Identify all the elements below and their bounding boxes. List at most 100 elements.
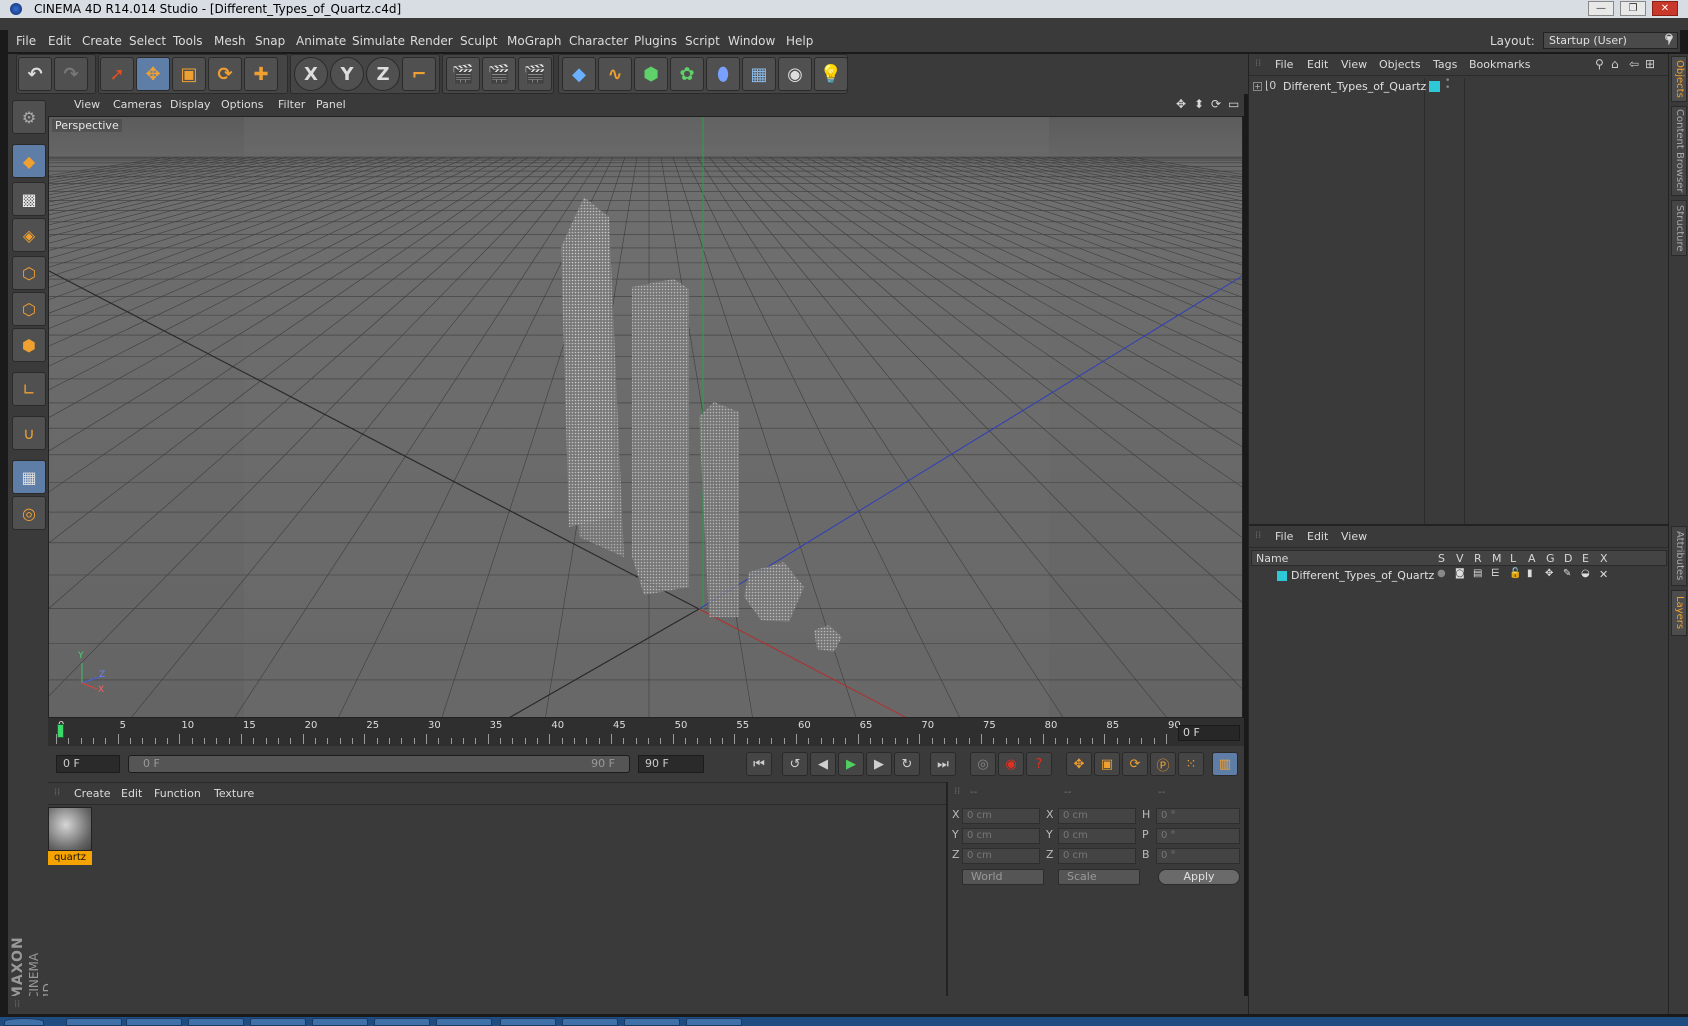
menu-tools[interactable]: Tools [173,34,203,48]
start-frame-field[interactable]: 0 F [56,755,120,773]
snap-magnet-icon[interactable]: ∪ [12,416,46,450]
viewport-menu-cameras[interactable]: Cameras [113,98,162,111]
col-animation[interactable]: A [1528,552,1536,565]
object-menu-view[interactable]: View [1341,58,1367,71]
key-position-icon[interactable]: ✥ [1066,752,1092,776]
rot-h-field[interactable]: 0 ° [1156,808,1240,824]
taskbar-item[interactable] [312,1018,368,1026]
size-x-field[interactable]: 0 cm [1058,808,1136,824]
size-mode-dropdown[interactable]: Scale [1058,869,1140,885]
material-menu-function[interactable]: Function [154,787,201,800]
rot-p-field[interactable]: 0 ° [1156,828,1240,844]
viewport-menu-view[interactable]: View [74,98,100,111]
rot-b-field[interactable]: 0 ° [1156,848,1240,864]
texture-mode-icon[interactable]: ▩ [12,182,46,216]
render-settings-icon[interactable]: 🎬 [518,57,552,91]
coordinate-system-icon[interactable]: ⌐ [402,57,436,91]
key-pla-icon[interactable]: ⁙ [1178,752,1204,776]
home-icon[interactable]: ⌂ [1611,57,1619,71]
go-to-end-icon[interactable]: ⏭ [930,752,956,776]
array-icon[interactable]: ✿ [670,57,704,91]
menu-mograph[interactable]: MoGraph [507,34,562,48]
nurbs-icon[interactable]: ⬢ [634,57,668,91]
key-scale-icon[interactable]: ▣ [1094,752,1120,776]
current-frame-field[interactable]: 0 F [1178,725,1240,741]
taskbar-item[interactable] [624,1018,680,1026]
view-toggle-icon[interactable]: ◙ [1455,568,1465,579]
taskbar-item[interactable] [562,1018,618,1026]
layer-color-swatch[interactable] [1277,571,1287,581]
record-keys-icon[interactable]: ◎ [970,752,996,776]
pos-z-field[interactable]: 0 cm [962,848,1040,864]
planar-workplane-icon[interactable]: ◎ [12,496,46,530]
live-select-icon[interactable]: ➚ [100,57,134,91]
timeline-window-icon[interactable]: ▥ [1212,752,1238,776]
menu-file[interactable]: File [16,34,36,48]
polygons-mode-icon[interactable]: ⬢ [12,328,46,362]
col-expressions[interactable]: E [1582,552,1589,565]
col-view[interactable]: V [1456,552,1464,565]
menu-help[interactable]: Help [786,34,813,48]
render-picture-viewer-icon[interactable]: 🎬 [482,57,516,91]
scale-tool-icon[interactable]: ▣ [172,57,206,91]
lock-toggle-icon[interactable]: 🔓 [1509,568,1521,579]
col-name[interactable]: Name [1256,552,1288,565]
menu-animate[interactable]: Animate [296,34,346,48]
key-rotation-icon[interactable]: ⟳ [1122,752,1148,776]
taskbar-item[interactable] [374,1018,430,1026]
taskbar-item[interactable] [250,1018,306,1026]
menu-window[interactable]: Window [728,34,775,48]
tab-layers[interactable]: Layers [1671,590,1687,636]
coordinate-mode-dropdown[interactable]: World [962,869,1044,885]
size-z-field[interactable]: 0 cm [1058,848,1136,864]
object-menu-tags[interactable]: Tags [1433,58,1457,71]
material-name-label[interactable]: quartz [48,851,92,865]
menu-simulate[interactable]: Simulate [352,34,405,48]
end-frame-field[interactable]: 90 F [638,755,704,773]
timeline-ruler[interactable]: 051015202530354045505560657075808590 0 F [48,718,1244,746]
spline-icon[interactable]: ∿ [598,57,632,91]
menu-select[interactable]: Select [129,34,166,48]
tab-attributes[interactable]: Attributes [1671,526,1687,586]
taskbar-item[interactable] [188,1018,244,1026]
taskbar-item[interactable] [500,1018,556,1026]
z-axis-lock-icon[interactable]: Z [366,57,400,91]
menu-render[interactable]: Render [410,34,453,48]
layer-color-swatch[interactable] [1429,81,1440,92]
range-slider[interactable]: 0 F 90 F [128,755,630,773]
generators-toggle-icon[interactable]: ✥ [1545,568,1553,579]
col-manager[interactable]: M [1492,552,1502,565]
material-menu-texture[interactable]: Texture [214,787,254,800]
minimize-button[interactable]: — [1588,1,1614,16]
redo-icon[interactable]: ↷ [54,57,88,91]
autokey-icon[interactable]: ◉ [998,752,1024,776]
col-xref[interactable]: X [1600,552,1608,565]
viewport-zoom-icon[interactable]: ⬍ [1194,97,1204,111]
viewport-menu-display[interactable]: Display [170,98,211,111]
menu-sculpt[interactable]: Sculpt [460,34,497,48]
layer-menu-edit[interactable]: Edit [1307,530,1328,543]
cube-icon[interactable]: ◆ [562,57,596,91]
model-mode-icon[interactable]: ◆ [12,144,46,178]
viewport-move-icon[interactable]: ✥ [1176,97,1186,111]
tab-content-browser[interactable]: Content Browser [1671,106,1687,196]
next-keyframe-icon[interactable]: ↻ [894,752,920,776]
col-solo[interactable]: S [1438,552,1445,565]
workplane-lock-icon[interactable]: ▦ [12,460,46,494]
material-preview-sphere[interactable] [48,807,92,851]
layer-menu-file[interactable]: File [1275,530,1293,543]
light-icon[interactable]: 💡 [814,57,848,91]
viewport-rotate-icon[interactable]: ⟳ [1211,97,1221,111]
axis-mode-icon[interactable]: ∟ [12,372,46,406]
layer-menu-view[interactable]: View [1341,530,1367,543]
size-y-field[interactable]: 0 cm [1058,828,1136,844]
col-deformers[interactable]: D [1564,552,1572,565]
previous-frame-icon[interactable]: ◀ [810,752,836,776]
camera-icon[interactable]: ◉ [778,57,812,91]
viewport-menu-panel[interactable]: Panel [316,98,346,111]
make-editable-icon[interactable]: ⚙ [12,100,46,134]
animation-toggle-icon[interactable]: ▮ [1527,568,1533,579]
viewport-menu-filter[interactable]: Filter [278,98,305,111]
object-menu-bookmarks[interactable]: Bookmarks [1469,58,1530,71]
menu-script[interactable]: Script [685,34,720,48]
